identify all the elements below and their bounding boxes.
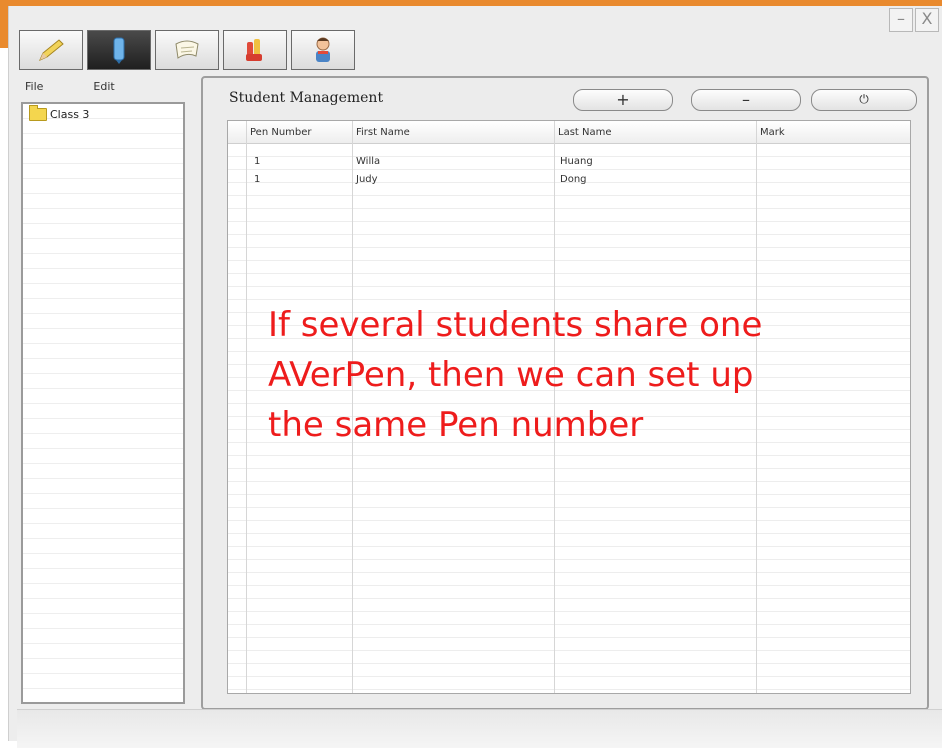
annotation-line: If several students share one <box>268 305 763 345</box>
remove-student-button[interactable]: – <box>691 89 801 111</box>
col-header-mark[interactable]: Mark <box>760 127 785 138</box>
cell-first-name: Willa <box>356 156 381 167</box>
column-divider <box>246 121 247 693</box>
pen-device-icon <box>113 37 125 64</box>
cell-first-name: Judy <box>356 174 378 185</box>
tool-hand-raise[interactable] <box>223 30 287 70</box>
pencil-icon <box>39 39 64 61</box>
folder-icon <box>29 105 47 121</box>
cell-last-name: Huang <box>560 156 593 167</box>
close-button[interactable]: X <box>915 8 939 32</box>
tree-item-class[interactable]: Class 3 <box>23 104 183 121</box>
main-toolbar <box>19 30 359 70</box>
class-tree: Class 3 <box>21 102 185 704</box>
annotation-callout: If several students share one AVerPen, t… <box>268 300 908 450</box>
tool-pencil[interactable] <box>19 30 83 70</box>
minimize-button[interactable]: – <box>889 8 913 32</box>
tool-student[interactable] <box>291 30 355 70</box>
tool-paper-roll[interactable] <box>155 30 219 70</box>
power-button[interactable]: ⏻ <box>811 89 917 111</box>
window-controls: – X <box>887 8 939 34</box>
tool-pen-device[interactable] <box>87 30 151 70</box>
annotation-line: AVerPen, then we can set up <box>268 355 754 395</box>
status-bar <box>17 709 942 748</box>
cell-pen-number: 1 <box>254 156 261 167</box>
cell-last-name: Dong <box>560 174 587 185</box>
col-header-last-name[interactable]: Last Name <box>558 127 612 138</box>
add-student-button[interactable]: + <box>573 89 673 111</box>
tree-item-label: Class 3 <box>50 108 90 121</box>
table-header: Pen Number First Name Last Name Mark <box>228 121 910 144</box>
menu-edit[interactable]: Edit <box>93 80 114 93</box>
annotation-line: the same Pen number <box>268 405 644 445</box>
menu-bar: File Edit <box>25 80 165 93</box>
col-header-first-name[interactable]: First Name <box>356 127 410 138</box>
col-header-pen-number[interactable]: Pen Number <box>250 127 312 138</box>
menu-file[interactable]: File <box>25 80 43 93</box>
hand-raise-icon <box>246 39 262 61</box>
cell-pen-number: 1 <box>254 174 261 185</box>
student-avatar-icon <box>316 37 330 62</box>
panel-title: Student Management <box>229 90 384 106</box>
paper-roll-icon <box>175 40 199 59</box>
